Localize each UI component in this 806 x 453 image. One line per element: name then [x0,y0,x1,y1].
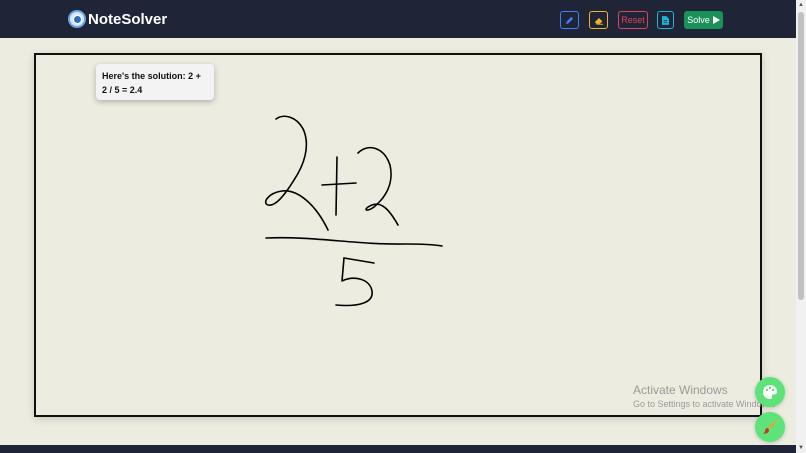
fraction-bar-stroke [265,236,443,247]
solve-button[interactable]: Solve [684,11,723,29]
pencil-icon [565,16,574,24]
document-button[interactable] [657,11,674,29]
disc-logo-icon [68,10,86,28]
eraser-icon [594,17,603,25]
navbar: NoteSolver Reset Solve [0,0,796,38]
handwriting-strokes [264,115,443,307]
solution-popup: Here's the solution: 2 + 2 / 5 = 2.4 [96,64,214,100]
digit-2-stroke [357,146,399,226]
plus-vertical-stroke [335,156,338,216]
play-icon [712,16,720,24]
digit-5-stroke [335,257,373,307]
app-title: NoteSolver [88,10,168,28]
page-scrollbar[interactable]: ▲ ▼ [796,0,806,453]
brush-button[interactable] [755,412,785,442]
activate-windows-watermark: Activate Windows Go to Settings to activ… [633,383,775,411]
digit-5-top-stroke [343,257,375,264]
scroll-up-arrow-icon[interactable]: ▲ [796,0,806,10]
watermark-title: Activate Windows [633,383,728,397]
digit-2-stroke [264,115,329,231]
eraser-button[interactable] [589,11,608,29]
pen-button[interactable] [560,11,579,29]
brush-icon [763,420,777,434]
scroll-down-arrow-icon[interactable]: ▼ [796,443,806,453]
watermark-subtitle: Go to Settings to activate Windows. [633,399,776,409]
bottom-bar [0,445,796,453]
plus-horizontal-stroke [321,182,357,186]
reset-button[interactable]: Reset [618,11,648,29]
palette-button[interactable] [755,377,785,407]
document-icon [662,15,669,25]
drawing-canvas[interactable] [34,53,762,417]
palette-icon [763,385,777,399]
solve-label: Solve [687,15,710,25]
scroll-thumb[interactable] [798,12,804,300]
brand[interactable]: NoteSolver [68,10,167,28]
